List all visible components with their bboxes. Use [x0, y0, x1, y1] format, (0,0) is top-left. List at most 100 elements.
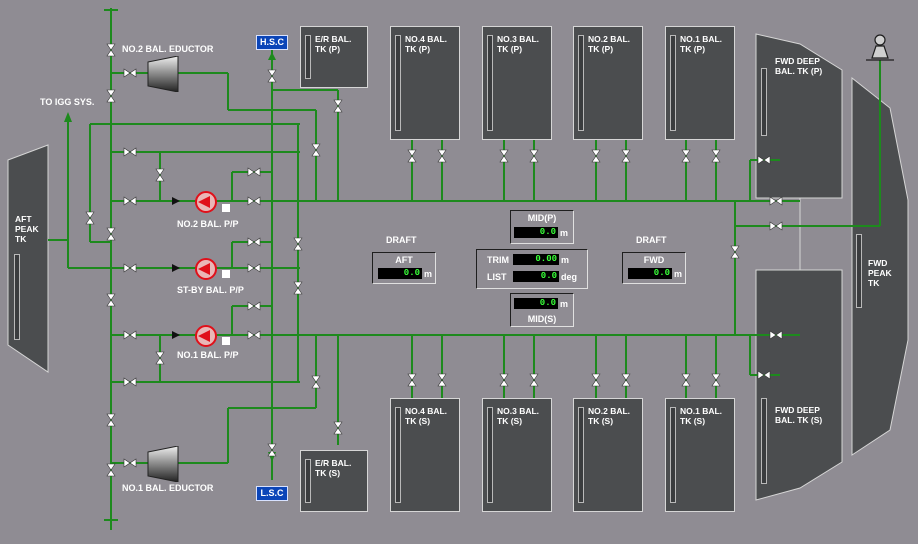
- fwd-deep-bal-tk-p[interactable]: FWD DEEP BAL. TK (P): [757, 52, 835, 138]
- list-value: 0.0: [513, 271, 559, 282]
- aft-peak-tank[interactable]: AFT PEAK TK: [10, 214, 44, 344]
- no4-bal-tk-s[interactable]: NO.4 BAL. TK (S): [390, 398, 460, 512]
- no2-pump-label: NO.2 BAL. P/P: [177, 219, 239, 229]
- mid-p-value: 0.0: [514, 227, 558, 238]
- valve-icon[interactable]: [681, 149, 691, 163]
- no4-bal-tk-p[interactable]: NO.4 BAL. TK (P): [390, 26, 460, 140]
- no2-bal-tk-s[interactable]: NO.2 BAL. TK (S): [573, 398, 643, 512]
- valve-icon[interactable]: [123, 330, 137, 340]
- valve-icon[interactable]: [311, 375, 321, 389]
- valve-icon[interactable]: [123, 147, 137, 157]
- valve-icon[interactable]: [407, 149, 417, 163]
- aft-draft-panel: AFT 0.0 m: [372, 252, 436, 284]
- valve-icon[interactable]: [293, 237, 303, 251]
- igg-arrow-icon: [64, 112, 72, 122]
- valve-icon[interactable]: [437, 149, 447, 163]
- mid-s-value: 0.0: [514, 298, 558, 309]
- valve-icon[interactable]: [247, 237, 261, 247]
- valve-icon[interactable]: [711, 373, 721, 387]
- no1-bal-tk-p[interactable]: NO.1 BAL. TK (P): [665, 26, 735, 140]
- valve-icon[interactable]: [106, 89, 116, 103]
- valve-icon[interactable]: [499, 373, 509, 387]
- valve-icon[interactable]: [407, 373, 417, 387]
- hsc-tag[interactable]: H.S.C: [256, 35, 288, 50]
- er-bal-tk-p[interactable]: E/R BAL. TK (P): [300, 26, 368, 88]
- er-bal-tk-s[interactable]: E/R BAL. TK (S): [300, 450, 368, 512]
- stby-pump-label: ST-BY BAL. P/P: [177, 285, 244, 295]
- no3-bal-tk-p[interactable]: NO.3 BAL. TK (P): [482, 26, 552, 140]
- no2-eductor-icon[interactable]: [146, 56, 180, 92]
- valve-icon[interactable]: [106, 43, 116, 57]
- fwd-peak-tank[interactable]: FWD PEAK TK: [852, 234, 902, 324]
- valve-icon[interactable]: [247, 263, 261, 273]
- lsc-tag[interactable]: L.S.C: [256, 486, 288, 501]
- stby-pump-status: [222, 270, 230, 278]
- valve-icon[interactable]: [155, 351, 165, 365]
- ballast-mimic: TO IGG SYS. NO.2 BAL. EDUCTOR NO.1 BAL. …: [0, 0, 918, 544]
- trim-list-panel: TRIM 0.00 m LIST 0.0 deg: [476, 249, 588, 289]
- valve-icon[interactable]: [769, 330, 783, 340]
- valve-icon[interactable]: [267, 69, 277, 83]
- fwd-deep-bal-tk-s[interactable]: FWD DEEP BAL. TK (S): [757, 398, 835, 488]
- check-valve-icon: [172, 331, 180, 339]
- mid-p-panel: MID(P) 0.0 m: [510, 210, 574, 244]
- valve-icon[interactable]: [757, 155, 771, 165]
- valve-icon[interactable]: [711, 149, 721, 163]
- no3-bal-tk-s[interactable]: NO.3 BAL. TK (S): [482, 398, 552, 512]
- valve-icon[interactable]: [333, 99, 343, 113]
- no1-bal-tk-s[interactable]: NO.1 BAL. TK (S): [665, 398, 735, 512]
- valve-icon[interactable]: [621, 373, 631, 387]
- valve-icon[interactable]: [333, 421, 343, 435]
- valve-icon[interactable]: [311, 143, 321, 157]
- vent-fitting-icon: [866, 34, 894, 61]
- valve-icon[interactable]: [106, 463, 116, 477]
- valve-icon[interactable]: [730, 245, 740, 259]
- no2-bal-tk-p[interactable]: NO.2 BAL. TK (P): [573, 26, 643, 140]
- valve-icon[interactable]: [529, 149, 539, 163]
- valve-icon[interactable]: [247, 301, 261, 311]
- no1-pump-icon[interactable]: [194, 324, 218, 348]
- no1-pump-label: NO.1 BAL. P/P: [177, 350, 239, 360]
- valve-icon[interactable]: [681, 373, 691, 387]
- no2-pump-icon[interactable]: [194, 190, 218, 214]
- valve-icon[interactable]: [769, 221, 783, 231]
- valve-icon[interactable]: [106, 227, 116, 241]
- fwd-draft-value: 0.0: [628, 268, 672, 279]
- valve-icon[interactable]: [247, 330, 261, 340]
- valve-icon[interactable]: [123, 263, 137, 273]
- valve-icon[interactable]: [591, 373, 601, 387]
- valve-icon[interactable]: [106, 293, 116, 307]
- valve-icon[interactable]: [123, 68, 137, 78]
- valve-icon[interactable]: [123, 196, 137, 206]
- no1-eductor-label: NO.1 BAL. EDUCTOR: [122, 483, 214, 493]
- valve-icon[interactable]: [591, 149, 601, 163]
- valve-icon[interactable]: [769, 196, 783, 206]
- no2-pump-status: [222, 204, 230, 212]
- valve-icon[interactable]: [293, 281, 303, 295]
- valve-icon[interactable]: [85, 211, 95, 225]
- valve-icon[interactable]: [267, 443, 277, 457]
- trim-value: 0.00: [513, 254, 559, 265]
- valve-icon[interactable]: [529, 373, 539, 387]
- valve-icon[interactable]: [499, 149, 509, 163]
- no1-eductor-icon[interactable]: [146, 446, 180, 482]
- draft-aft-label: DRAFT: [386, 235, 417, 245]
- valve-icon[interactable]: [437, 373, 447, 387]
- valve-icon[interactable]: [155, 168, 165, 182]
- valve-icon[interactable]: [106, 413, 116, 427]
- stby-pump-icon[interactable]: [194, 257, 218, 281]
- fwd-draft-panel: FWD 0.0 m: [622, 252, 686, 284]
- check-valve-icon: [172, 197, 180, 205]
- mid-s-panel: 0.0 m MID(S): [510, 293, 574, 327]
- no1-pump-status: [222, 337, 230, 345]
- to-igg-label: TO IGG SYS.: [40, 97, 95, 107]
- valve-icon[interactable]: [123, 377, 137, 387]
- draft-fwd-label: DRAFT: [636, 235, 667, 245]
- valve-icon[interactable]: [757, 370, 771, 380]
- valve-icon[interactable]: [621, 149, 631, 163]
- no2-eductor-label: NO.2 BAL. EDUCTOR: [122, 44, 214, 54]
- valve-icon[interactable]: [247, 196, 261, 206]
- hsc-arrow-icon: [268, 52, 276, 60]
- valve-icon[interactable]: [247, 167, 261, 177]
- valve-icon[interactable]: [123, 458, 137, 468]
